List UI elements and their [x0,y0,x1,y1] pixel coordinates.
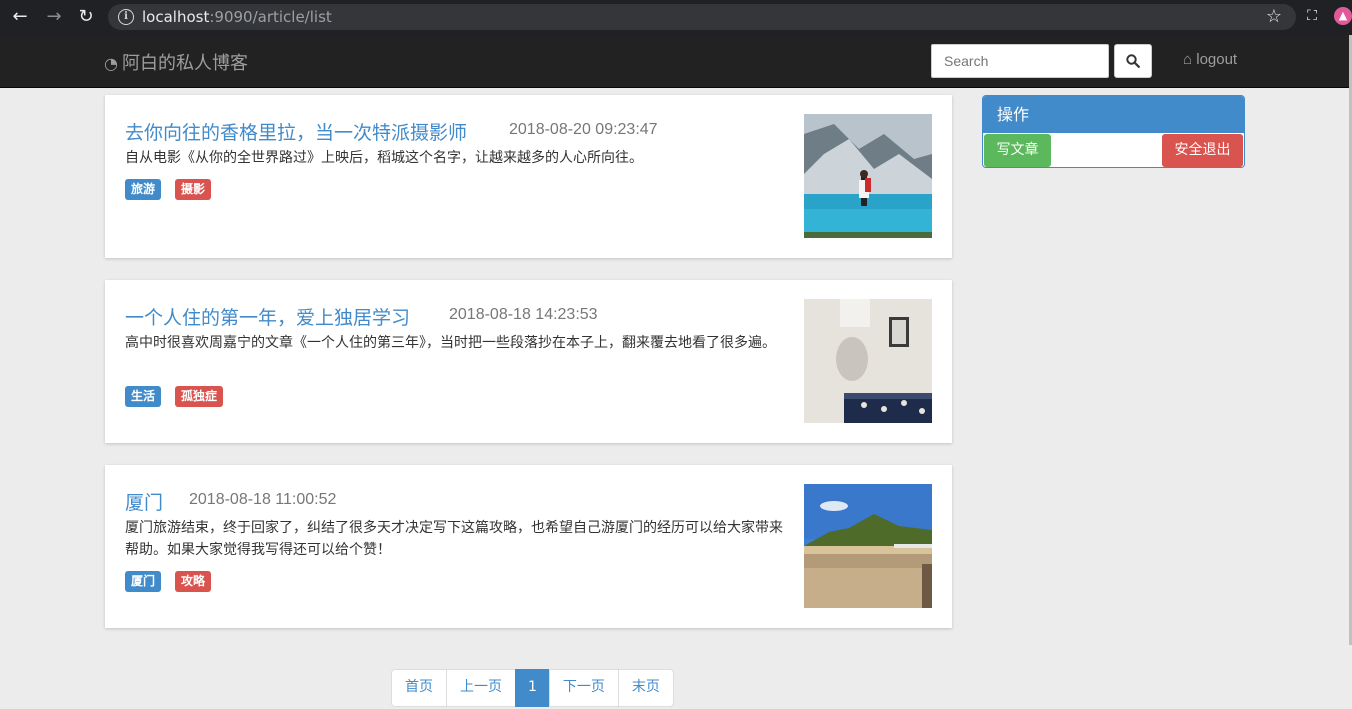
article-card: 厦门 2018-08-18 11:00:52 厦门旅游结束，终于回家了，纠结了很… [105,465,952,628]
brand-text: 阿白的私人博客 [121,53,248,74]
article-thumbnail[interactable] [804,114,932,238]
article-time: 2018-08-18 11:00:52 [189,491,337,508]
article-thumbnail[interactable] [804,484,932,608]
room-image [804,299,932,423]
weibo-icon: ◔ [104,54,118,73]
article-tag[interactable]: 厦门 [125,571,162,592]
search-button[interactable] [1114,44,1152,78]
url-host: localhost [142,8,210,26]
article-title[interactable]: 去你向往的香格里拉，当一次特派摄影师 [125,118,467,145]
site-navbar: ◔阿白的私人博客 ⌂ logout [0,35,1352,88]
url-path: :9090/article/list [209,8,332,26]
home-icon: ⌂ [1183,51,1193,68]
article-tag[interactable]: 摄影 [175,179,212,200]
panel-heading: 操作 [983,96,1244,133]
address-url[interactable]: localhost:9090/article/list [142,8,332,26]
search-icon [1126,54,1140,68]
browser-toolbar: ← → ↻ i localhost:9090/article/list ☆ ⛶ … [0,0,1352,35]
page-next[interactable]: 下一页 [548,669,619,707]
bookmark-star-icon[interactable]: ☆ [1266,6,1282,27]
logout-label: logout [1196,51,1238,68]
operations-panel: 操作 写文章 安全退出 [982,95,1245,168]
page-last[interactable]: 末页 [617,669,674,707]
brand-link[interactable]: ◔ 阿白的私人博客 [104,49,248,75]
page-current[interactable]: 1 [515,669,550,707]
article-time: 2018-08-18 14:23:53 [449,306,598,323]
article-tag[interactable]: 孤独症 [175,386,224,407]
page-first[interactable]: 首页 [391,669,447,707]
article-summary: 厦门旅游结束，终于回家了，纠结了很多天才决定写下这篇攻略，也希望自己游厦门的经历… [125,520,783,558]
page-prev[interactable]: 上一页 [446,669,516,707]
article-card: 一个人住的第一年，爱上独居学习 2018-08-18 14:23:53 高中时很… [105,280,952,443]
reload-icon[interactable]: ↻ [74,6,98,28]
profile-extension-icon[interactable]: ▲ [1334,7,1352,25]
forward-arrow-icon[interactable]: → [42,6,66,28]
incognito-extension-icon[interactable]: ⛶ [1303,7,1321,25]
write-article-button[interactable]: 写文章 [984,134,1051,167]
article-card: 去你向往的香格里拉，当一次特派摄影师 2018-08-20 09:23:47 自… [105,95,952,258]
article-thumbnail[interactable] [804,299,932,423]
article-summary: 高中时很喜欢周嘉宁的文章《一个人住的第三年》，当时把一些段落抄在本子上，翻来覆去… [125,335,776,351]
info-icon[interactable]: i [118,9,134,25]
logout-link[interactable]: ⌂ logout [1183,51,1237,68]
article-tag[interactable]: 攻略 [175,571,212,592]
article-time: 2018-08-20 09:23:47 [509,121,658,138]
lake-mountain-image [804,114,932,238]
article-tag[interactable]: 生活 [125,386,162,407]
article-tag[interactable]: 旅游 [125,179,162,200]
address-bar[interactable]: i localhost:9090/article/list ☆ [108,4,1296,30]
back-arrow-icon[interactable]: ← [8,6,32,28]
article-summary: 自从电影《从你的全世界路过》上映后，稻城这个名字，让越来越多的人心所向往。 [125,150,643,166]
article-title[interactable]: 一个人住的第一年，爱上独居学习 [125,303,410,330]
safe-logout-button[interactable]: 安全退出 [1162,134,1243,167]
pagination: 首页 上一页 1 下一页 末页 [391,669,674,709]
search-input[interactable] [931,44,1109,78]
article-title[interactable]: 厦门 [125,488,163,515]
beach-image [804,484,932,608]
